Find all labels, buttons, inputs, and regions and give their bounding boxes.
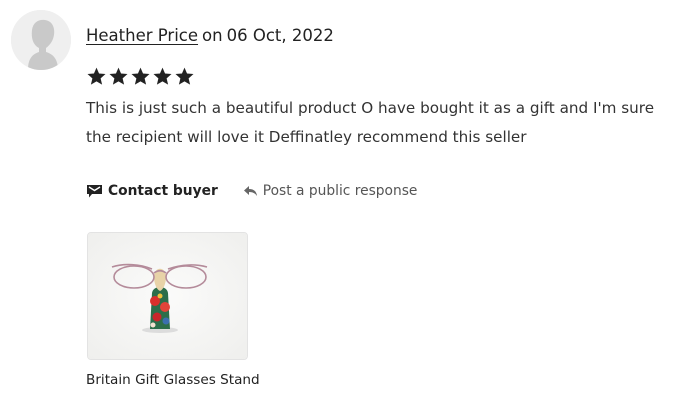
star-icon <box>153 67 172 85</box>
reply-arrow-icon <box>243 186 257 196</box>
post-public-response-label: Post a public response <box>262 183 418 199</box>
star-icon <box>131 67 150 85</box>
review-header: Heather Price on 06 Oct, 2022 <box>86 24 334 48</box>
product-thumbnail[interactable] <box>87 232 248 360</box>
message-icon <box>87 184 102 197</box>
star-icon <box>87 67 106 85</box>
star-rating <box>86 66 195 87</box>
star-icon <box>175 67 194 85</box>
reviewer-avatar[interactable] <box>11 10 71 70</box>
post-public-response-button[interactable]: Post a public response <box>243 183 418 199</box>
review-actions: Contact buyer Post a public response <box>86 183 417 199</box>
glasses-stand-photo <box>88 233 247 359</box>
review-card: Heather Price on 06 Oct, 2022 This is just… <box>0 0 675 408</box>
product-title-link[interactable]: Britain Gift Glasses Stand <box>86 372 260 388</box>
contact-buyer-label: Contact buyer <box>108 183 218 199</box>
review-date: 06 Oct, 2022 <box>226 26 334 45</box>
star-icon <box>109 67 128 85</box>
reviewer-name-link[interactable]: Heather Price <box>86 26 198 45</box>
review-text: This is just such a beautiful product O … <box>86 99 655 146</box>
on-word: on <box>202 26 223 45</box>
default-user-icon <box>11 10 71 70</box>
contact-buyer-button[interactable]: Contact buyer <box>86 183 218 199</box>
